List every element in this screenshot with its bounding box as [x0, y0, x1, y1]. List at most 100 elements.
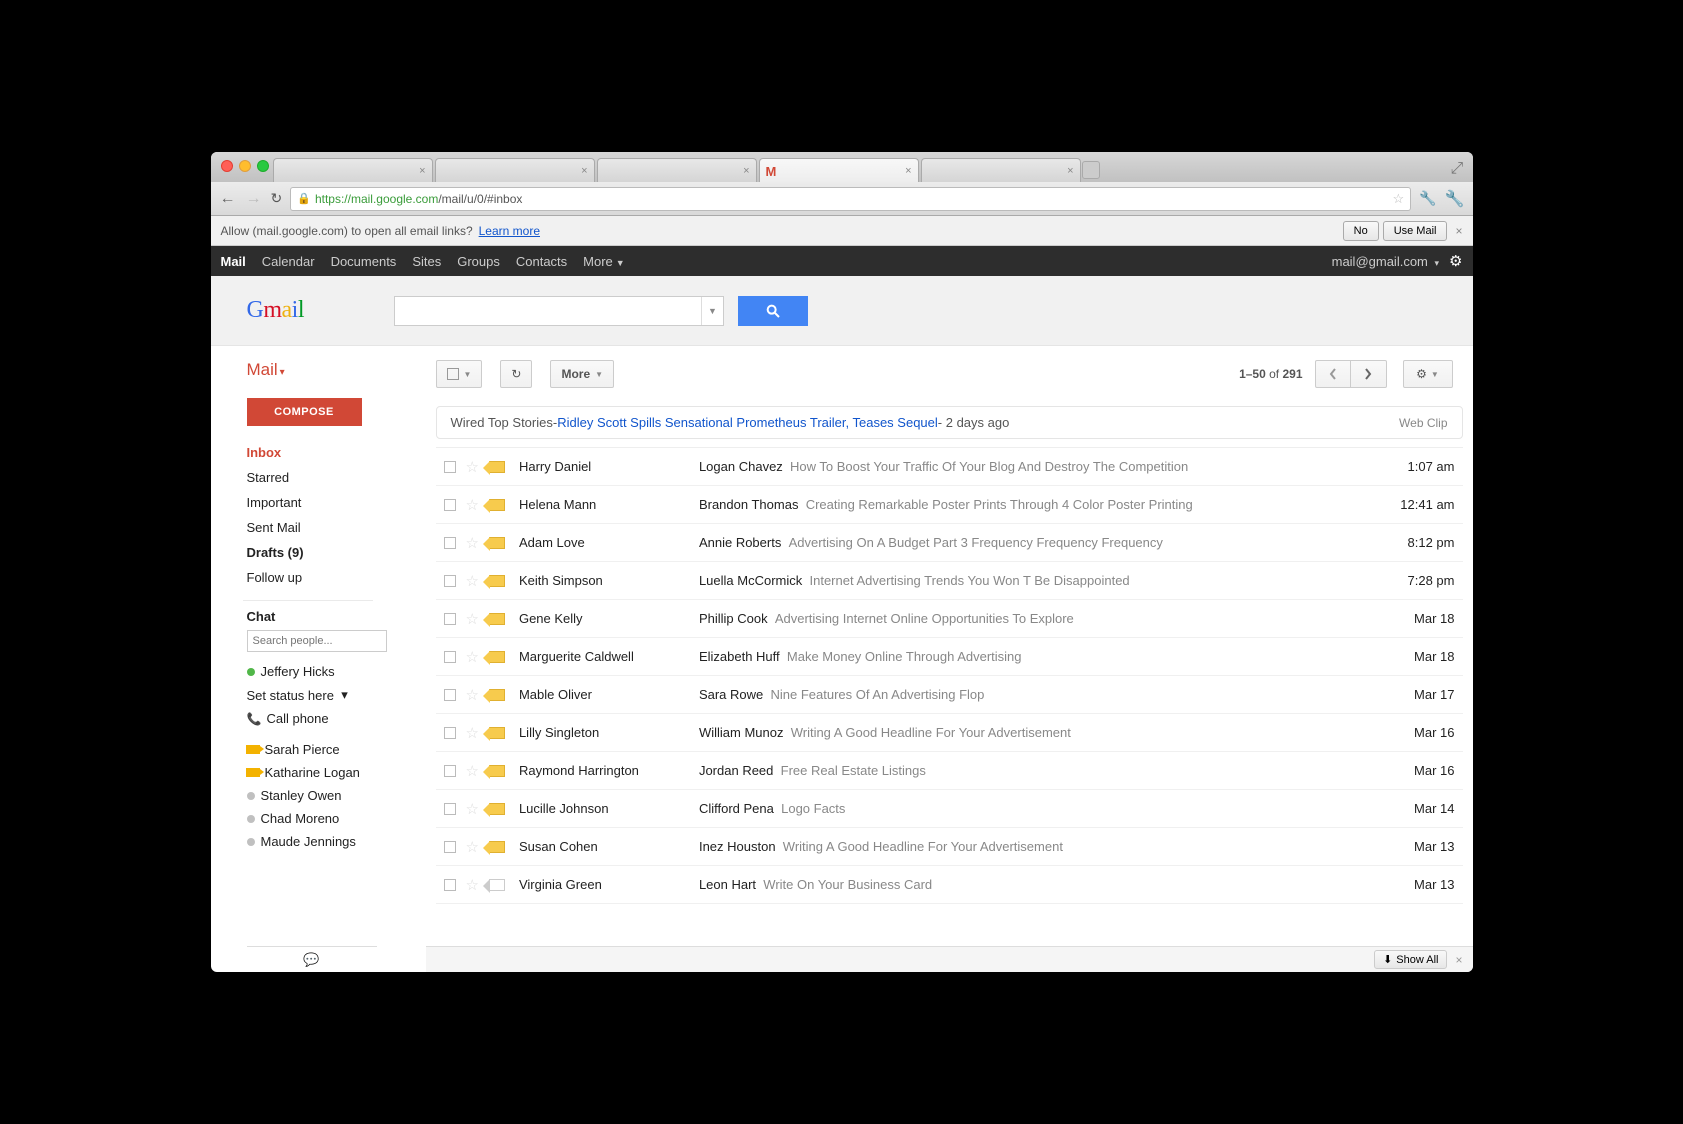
- chat-contact[interactable]: Stanley Owen: [264, 784, 426, 807]
- tab-close-icon[interactable]: ×: [581, 165, 587, 177]
- importance-marker[interactable]: [489, 879, 505, 891]
- star-icon[interactable]: ☆: [466, 534, 479, 552]
- sidebar-folder[interactable]: Inbox: [211, 440, 426, 465]
- webclip-link[interactable]: Ridley Scott Spills Sensational Promethe…: [557, 415, 938, 430]
- row-checkbox[interactable]: [444, 803, 456, 815]
- gbar-more[interactable]: More▼: [583, 254, 625, 269]
- mail-row[interactable]: ☆Keith SimpsonLuella McCormick Internet …: [436, 562, 1463, 600]
- url-field[interactable]: 🔒 https://mail.google.com/mail/u/0/#inbo…: [290, 187, 1411, 211]
- importance-marker[interactable]: [489, 689, 505, 701]
- gbar-mail[interactable]: Mail: [221, 254, 246, 269]
- close-window-button[interactable]: [221, 160, 233, 172]
- tab-close-icon[interactable]: ×: [419, 165, 425, 177]
- chat-self[interactable]: Jeffery Hicks: [247, 660, 426, 683]
- bookmark-star-icon[interactable]: ☆: [1392, 191, 1404, 207]
- mail-row[interactable]: ☆Lilly SingletonWilliam Munoz Writing A …: [436, 714, 1463, 752]
- mail-row[interactable]: ☆Helena MannBrandon Thomas Creating Rema…: [436, 486, 1463, 524]
- row-checkbox[interactable]: [444, 613, 456, 625]
- browser-tab[interactable]: ×: [597, 158, 757, 182]
- minimize-window-button[interactable]: [239, 160, 251, 172]
- more-button[interactable]: More▼: [550, 360, 614, 388]
- row-checkbox[interactable]: [444, 879, 456, 891]
- row-checkbox[interactable]: [444, 499, 456, 511]
- call-phone[interactable]: 📞Call phone: [264, 707, 426, 730]
- star-icon[interactable]: ☆: [466, 496, 479, 514]
- chat-search-input[interactable]: [247, 630, 387, 652]
- importance-marker[interactable]: [489, 537, 505, 549]
- tab-close-icon[interactable]: ×: [1067, 165, 1073, 177]
- sidebar-folder[interactable]: Drafts (9): [247, 540, 426, 565]
- importance-marker[interactable]: [489, 499, 505, 511]
- importance-marker[interactable]: [489, 613, 505, 625]
- mail-row[interactable]: ☆Harry DanielLogan Chavez How To Boost Y…: [436, 448, 1463, 486]
- gbar-sites[interactable]: Sites: [412, 254, 441, 269]
- mail-row[interactable]: ☆Susan CohenInez Houston Writing A Good …: [436, 828, 1463, 866]
- importance-marker[interactable]: [489, 841, 505, 853]
- infobar-no-button[interactable]: No: [1343, 221, 1379, 241]
- browser-tab[interactable]: ×: [273, 158, 433, 182]
- gbar-calendar[interactable]: Calendar: [262, 254, 315, 269]
- sidebar-folder[interactable]: Sent Mail: [247, 515, 426, 540]
- star-icon[interactable]: ☆: [466, 762, 479, 780]
- importance-marker[interactable]: [489, 461, 505, 473]
- row-checkbox[interactable]: [444, 689, 456, 701]
- star-icon[interactable]: ☆: [466, 724, 479, 742]
- back-button[interactable]: ←: [219, 190, 237, 208]
- star-icon[interactable]: ☆: [466, 572, 479, 590]
- compose-button[interactable]: COMPOSE: [247, 398, 362, 426]
- star-icon[interactable]: ☆: [466, 838, 479, 856]
- row-checkbox[interactable]: [444, 727, 456, 739]
- gbar-groups[interactable]: Groups: [457, 254, 500, 269]
- chat-contact[interactable]: Chad Moreno: [264, 807, 426, 830]
- mail-row[interactable]: ☆Lucille JohnsonClifford Pena Logo Facts…: [436, 790, 1463, 828]
- star-icon[interactable]: ☆: [466, 876, 479, 894]
- sidebar-folder[interactable]: Follow up: [247, 565, 426, 590]
- mail-row[interactable]: ☆Adam LoveAnnie Roberts Advertising On A…: [436, 524, 1463, 562]
- mail-row[interactable]: ☆Virginia GreenLeon Hart Write On Your B…: [436, 866, 1463, 904]
- mail-row[interactable]: ☆Raymond HarringtonJordan Reed Free Real…: [436, 752, 1463, 790]
- importance-marker[interactable]: [489, 727, 505, 739]
- star-icon[interactable]: ☆: [466, 458, 479, 476]
- importance-marker[interactable]: [489, 651, 505, 663]
- learn-more-link[interactable]: Learn more: [479, 224, 540, 238]
- row-checkbox[interactable]: [444, 765, 456, 777]
- row-checkbox[interactable]: [444, 841, 456, 853]
- wrench-menu-icon[interactable]: 🔧: [1445, 189, 1465, 209]
- reload-button[interactable]: ↻: [271, 190, 283, 207]
- account-email[interactable]: mail@gmail.com ▾: [1332, 254, 1439, 269]
- zoom-window-button[interactable]: [257, 160, 269, 172]
- sidebar-folder[interactable]: Important: [247, 490, 426, 515]
- fullscreen-icon[interactable]: ⤢: [1451, 160, 1465, 174]
- extension-icon[interactable]: 🔧: [1419, 190, 1436, 207]
- gbar-documents[interactable]: Documents: [331, 254, 397, 269]
- importance-marker[interactable]: [489, 765, 505, 777]
- star-icon[interactable]: ☆: [466, 686, 479, 704]
- browser-tab[interactable]: ×: [435, 158, 595, 182]
- gbar-contacts[interactable]: Contacts: [516, 254, 567, 269]
- search-options-caret[interactable]: ▼: [701, 297, 723, 325]
- bottom-bar-close-icon[interactable]: ×: [1455, 953, 1462, 967]
- mail-dropdown[interactable]: Mail▾: [247, 360, 426, 380]
- importance-marker[interactable]: [489, 803, 505, 815]
- row-checkbox[interactable]: [444, 461, 456, 473]
- mail-row[interactable]: ☆Marguerite CaldwellElizabeth Huff Make …: [436, 638, 1463, 676]
- browser-tab[interactable]: ×: [921, 158, 1081, 182]
- star-icon[interactable]: ☆: [466, 610, 479, 628]
- row-checkbox[interactable]: [444, 651, 456, 663]
- row-checkbox[interactable]: [444, 537, 456, 549]
- select-all-button[interactable]: ▼: [436, 360, 483, 388]
- chat-contact[interactable]: Sarah Pierce: [264, 738, 426, 761]
- settings-gear-button[interactable]: ⚙▼: [1403, 360, 1453, 388]
- star-icon[interactable]: ☆: [466, 648, 479, 666]
- next-page-button[interactable]: [1351, 360, 1387, 388]
- search-button[interactable]: [738, 296, 808, 326]
- tab-close-icon[interactable]: ×: [743, 165, 749, 177]
- set-status[interactable]: Set status here ▾: [247, 683, 426, 707]
- search-input[interactable]: ▼: [394, 296, 724, 326]
- infobar-use-mail-button[interactable]: Use Mail: [1383, 221, 1448, 241]
- mail-row[interactable]: ☆Gene KellyPhillip Cook Advertising Inte…: [436, 600, 1463, 638]
- prev-page-button[interactable]: [1315, 360, 1351, 388]
- row-checkbox[interactable]: [444, 575, 456, 587]
- chat-contact[interactable]: Maude Jennings: [264, 830, 426, 853]
- importance-marker[interactable]: [489, 575, 505, 587]
